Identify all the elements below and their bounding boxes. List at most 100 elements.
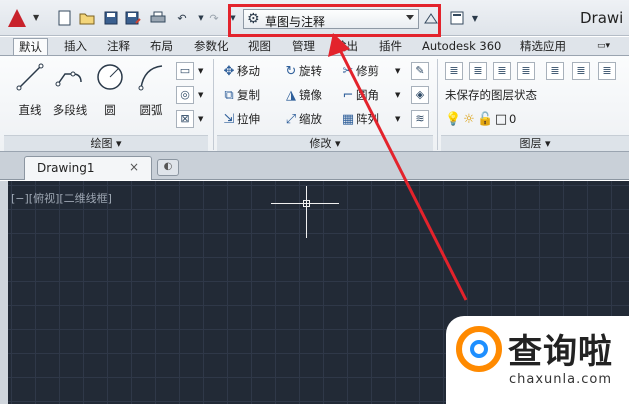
stretch-label: 拉伸 bbox=[237, 112, 260, 126]
trim-button[interactable]: ✂ 修剪 bbox=[340, 62, 379, 80]
rectangle-icon[interactable]: ▭ bbox=[176, 62, 194, 80]
line-icon bbox=[16, 63, 44, 91]
window-title: Drawi bbox=[580, 9, 624, 27]
watermark: 查询啦 chaxunla.com bbox=[446, 316, 629, 404]
polyline-icon bbox=[55, 71, 82, 87]
ribbon-tab-bar: 默认 插入 注释 布局 参数化 视图 管理 输出 插件 Autodesk 360… bbox=[0, 37, 629, 55]
copy-button[interactable]: ⧉ 复制 bbox=[221, 86, 260, 104]
tab-parametric[interactable]: 参数化 bbox=[189, 38, 234, 55]
layers-panel-title[interactable]: 图层 ▾ bbox=[441, 135, 629, 151]
tab-layout[interactable]: 布局 bbox=[145, 38, 178, 55]
tab-plugins[interactable]: 插件 bbox=[374, 38, 407, 55]
erase-icon[interactable]: ✎ bbox=[411, 62, 429, 80]
bulb-icon: 💡 bbox=[445, 112, 462, 127]
ribbon-toggle-icon[interactable]: ▭▾ bbox=[592, 38, 615, 55]
layer-isolate-icon[interactable]: ≣ bbox=[517, 62, 535, 80]
redo-icon[interactable]: ↷ bbox=[205, 9, 223, 27]
fillet-dropdown-icon[interactable]: ▼ bbox=[395, 86, 400, 104]
new-tab-icon[interactable]: ◐ bbox=[157, 159, 179, 176]
open-icon[interactable] bbox=[78, 9, 96, 27]
trim-dropdown-icon[interactable]: ▼ bbox=[395, 62, 400, 80]
scale-button[interactable]: ⤢ 缩放 bbox=[283, 110, 322, 128]
array-label: 阵列 bbox=[356, 112, 379, 126]
scale-label: 缩放 bbox=[299, 112, 322, 126]
fillet-icon: ⌐ bbox=[342, 88, 354, 103]
layer-state-value: 未保存的图层状态 bbox=[445, 88, 537, 102]
print-icon[interactable] bbox=[149, 9, 167, 27]
saveas-icon[interactable] bbox=[124, 9, 142, 27]
array-button[interactable]: ▦ 阵列 bbox=[340, 110, 379, 128]
mirror-label: 镜像 bbox=[299, 88, 322, 102]
explode-icon[interactable]: ◈ bbox=[411, 86, 429, 104]
layer-freeze-icon[interactable]: ≣ bbox=[546, 62, 564, 80]
move-icon: ✥ bbox=[223, 64, 235, 79]
tab-insert[interactable]: 插入 bbox=[59, 38, 92, 55]
panel-divider bbox=[213, 59, 214, 150]
rotate-label: 旋转 bbox=[299, 64, 322, 78]
layout-icon[interactable] bbox=[448, 9, 466, 27]
tab-drawing1[interactable]: Drawing1 × bbox=[24, 156, 152, 180]
watermark-title: 查询啦 bbox=[508, 332, 613, 372]
crosshair-vertical bbox=[306, 186, 307, 238]
watermark-logo-icon bbox=[456, 326, 502, 372]
layer-match-icon[interactable]: ≣ bbox=[469, 62, 487, 80]
modify-panel-title[interactable]: 修改 ▾ bbox=[217, 135, 433, 151]
lock-icon: 🔓 bbox=[477, 112, 494, 127]
tab-manage[interactable]: 管理 bbox=[287, 38, 320, 55]
offset-icon[interactable]: ≋ bbox=[411, 110, 429, 128]
document-tab-label: Drawing1 bbox=[37, 161, 95, 175]
layer-previous-icon[interactable]: ≣ bbox=[493, 62, 511, 80]
arc-button[interactable]: 圆弧 bbox=[127, 62, 175, 117]
layer-lock-icon[interactable]: ≣ bbox=[598, 62, 616, 80]
undo-icon[interactable]: ↶ bbox=[173, 9, 191, 27]
panel-divider bbox=[437, 59, 438, 150]
hatch-icon[interactable]: ◎ bbox=[176, 86, 194, 104]
tab-autodesk360[interactable]: Autodesk 360 bbox=[417, 38, 506, 55]
layer-properties-icon[interactable]: ≣ bbox=[445, 62, 463, 80]
move-label: 移动 bbox=[237, 64, 260, 78]
viewport-controls-label[interactable]: [−][俯视][二维线框] bbox=[11, 190, 112, 206]
watermark-logo-inner bbox=[470, 340, 488, 358]
color-swatch-icon: □ bbox=[494, 112, 508, 127]
tab-annotate[interactable]: 注释 bbox=[102, 38, 135, 55]
boundary-icon[interactable]: ⊠ bbox=[176, 110, 194, 128]
hatch-dropdown-icon[interactable]: ▼ bbox=[198, 86, 203, 104]
tab-output[interactable]: 输出 bbox=[330, 38, 363, 55]
mirror-icon: ◮ bbox=[286, 88, 296, 103]
rotate-button[interactable]: ↻ 旋转 bbox=[283, 62, 322, 80]
scale-icon: ⤢ bbox=[285, 112, 297, 127]
layer-state-dropdown[interactable]: 未保存的图层状态 bbox=[445, 86, 537, 104]
mirror-button[interactable]: ◮ 镜像 bbox=[283, 86, 322, 104]
layer-off-icon[interactable]: ≣ bbox=[572, 62, 590, 80]
move-button[interactable]: ✥ 移动 bbox=[221, 62, 260, 80]
title-bar: ▼ ↶ ▼ ↷ ▼ ⚙ 草图与注释 ▼ Drawi bbox=[0, 0, 629, 37]
ribbon-panels: 直线 多段线 圆 圆弧 ▭ ◎ ⊠ ▼ ▼ ▼ 绘图 ▾ ✥ 移动 ↻ 旋转 ✂ 修剪… bbox=[0, 55, 629, 152]
document-tab-bar: Drawing1 × ◐ bbox=[0, 152, 629, 180]
save-icon[interactable] bbox=[102, 9, 120, 27]
current-layer-value: 0 bbox=[509, 112, 517, 126]
stretch-icon: ⇲ bbox=[223, 112, 235, 127]
highlight-box bbox=[228, 4, 441, 37]
workspace-settings-icon[interactable] bbox=[422, 9, 440, 27]
arc-label: 圆弧 bbox=[139, 103, 163, 117]
stretch-button[interactable]: ⇲ 拉伸 bbox=[221, 110, 260, 128]
crosshair-pickbox bbox=[303, 200, 310, 207]
rectangle-dropdown-icon[interactable]: ▼ bbox=[198, 62, 203, 80]
tab-featured-apps[interactable]: 精选应用 bbox=[515, 38, 571, 55]
close-icon[interactable]: × bbox=[129, 160, 139, 174]
array-dropdown-icon[interactable]: ▼ bbox=[395, 110, 400, 128]
fillet-label: 圆角 bbox=[356, 88, 379, 102]
tab-view[interactable]: 视图 bbox=[243, 38, 276, 55]
layer-dropdown[interactable]: 💡 ☼ 🔓 □ 0 bbox=[445, 110, 516, 128]
watermark-domain: chaxunla.com bbox=[509, 372, 612, 387]
customize-dropdown-icon[interactable]: ▼ bbox=[466, 9, 484, 27]
circle-icon bbox=[97, 64, 123, 90]
new-icon[interactable] bbox=[56, 9, 74, 27]
boundary-dropdown-icon[interactable]: ▼ bbox=[198, 110, 203, 128]
fillet-button[interactable]: ⌐ 圆角 bbox=[340, 86, 379, 104]
tab-default[interactable]: 默认 bbox=[13, 38, 48, 55]
draw-panel-title[interactable]: 绘图 ▾ bbox=[4, 135, 208, 151]
sun-icon: ☼ bbox=[463, 112, 475, 127]
app-menu-chevron-icon[interactable]: ▼ bbox=[33, 13, 39, 22]
autocad-logo-icon[interactable] bbox=[8, 9, 26, 27]
